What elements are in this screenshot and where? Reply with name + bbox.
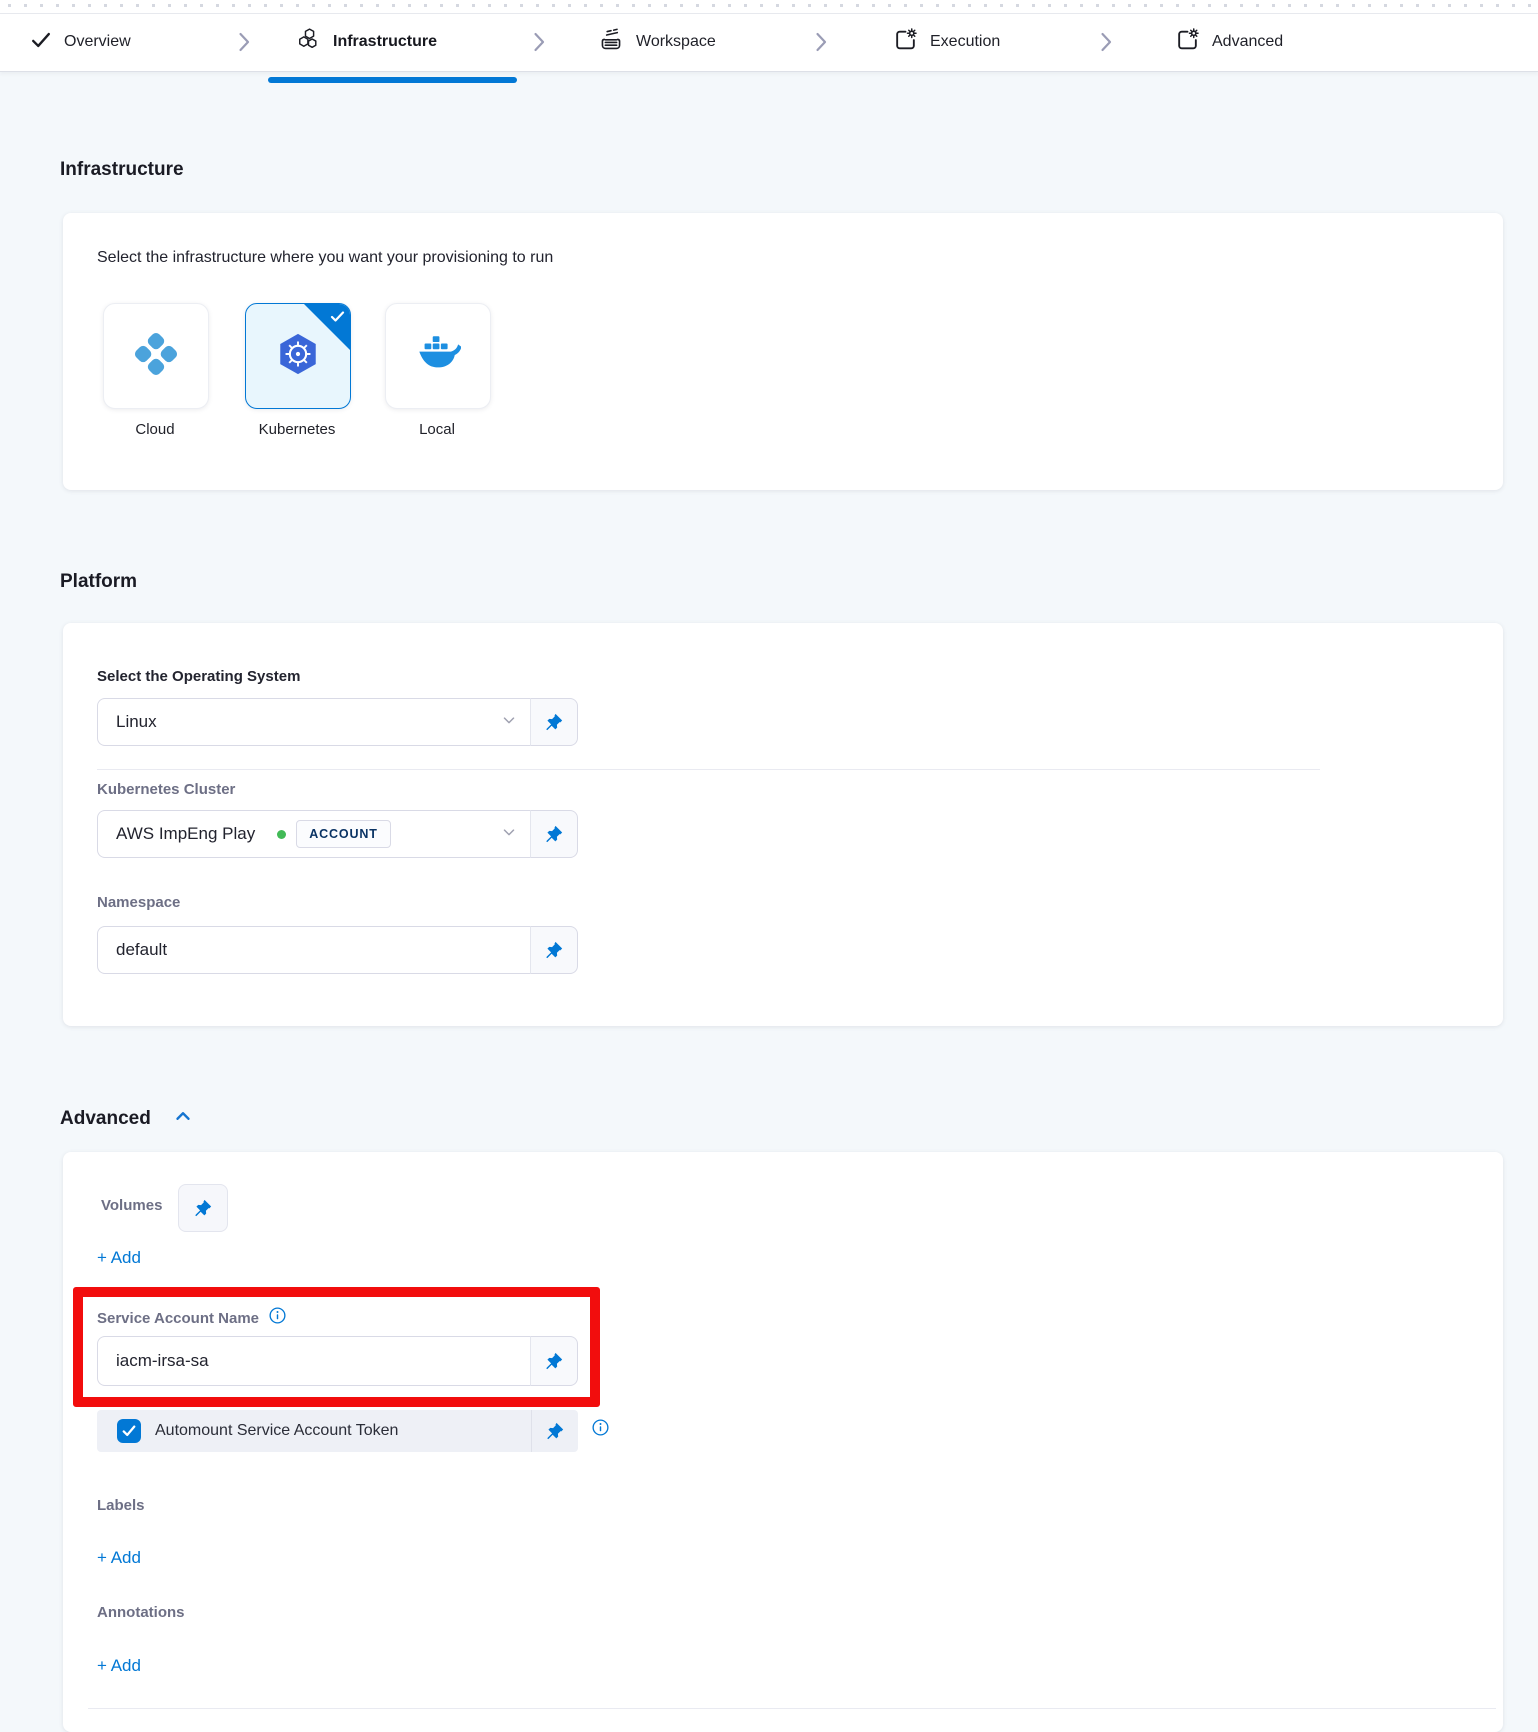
namespace-input[interactable] bbox=[116, 940, 518, 960]
namespace-field-row bbox=[97, 926, 578, 974]
infrastructure-section-heading: Infrastructure bbox=[60, 158, 184, 182]
infra-option-local-label: Local bbox=[385, 421, 489, 438]
pin-icon bbox=[193, 1198, 213, 1218]
stepper-tab-bar: Overview Infrastructure bbox=[0, 0, 1538, 72]
docker-icon bbox=[415, 331, 461, 382]
advanced-section-heading: Advanced bbox=[60, 1107, 151, 1131]
automount-row: Automount Service Account Token bbox=[97, 1410, 578, 1452]
infra-option-cloud-label: Cloud bbox=[103, 421, 207, 438]
tab-advanced-label: Advanced bbox=[1212, 33, 1283, 51]
volumes-label: Volumes bbox=[101, 1196, 162, 1215]
infra-option-kubernetes-label: Kubernetes bbox=[245, 421, 349, 438]
stack-icon bbox=[598, 27, 624, 58]
annotations-label: Annotations bbox=[97, 1603, 185, 1622]
add-label-button[interactable]: + Add bbox=[97, 1548, 141, 1568]
active-tab-underline bbox=[268, 77, 517, 83]
platform-section-heading: Platform bbox=[60, 570, 137, 594]
check-icon bbox=[122, 1425, 136, 1437]
gear-square-icon bbox=[893, 27, 918, 57]
pin-icon bbox=[544, 940, 564, 960]
cluster-select-value: AWS ImpEng Play bbox=[116, 824, 255, 844]
service-account-label-row: Service Account Name bbox=[97, 1306, 287, 1330]
namespace-pin-button[interactable] bbox=[530, 926, 578, 974]
tab-execution[interactable]: Execution bbox=[893, 13, 1000, 71]
connector-status-dot bbox=[277, 830, 286, 839]
check-icon bbox=[30, 29, 52, 56]
pin-icon bbox=[544, 1351, 564, 1371]
chevron-right-icon bbox=[813, 13, 829, 71]
infrastructure-prompt: Select the infrastructure where you want… bbox=[97, 249, 553, 267]
tab-overview-label: Overview bbox=[64, 33, 131, 51]
infrastructure-card: Select the infrastructure where you want… bbox=[63, 213, 1503, 490]
form-divider bbox=[88, 1708, 1496, 1709]
pin-icon bbox=[545, 1421, 565, 1441]
cluster-select-label: Kubernetes Cluster bbox=[97, 780, 235, 799]
platform-card: Select the Operating System Linux Kubern… bbox=[63, 623, 1503, 1026]
volumes-pin-button[interactable] bbox=[178, 1184, 228, 1232]
kubernetes-icon bbox=[275, 331, 321, 382]
automount-checkbox[interactable] bbox=[117, 1419, 141, 1443]
tab-workspace-label: Workspace bbox=[636, 33, 716, 51]
tab-overview[interactable]: Overview bbox=[30, 13, 131, 71]
labels-label: Labels bbox=[97, 1496, 145, 1515]
service-account-label: Service Account Name bbox=[97, 1309, 259, 1328]
scope-badge: ACCOUNT bbox=[296, 820, 391, 848]
chevron-right-icon bbox=[236, 13, 252, 71]
pin-icon bbox=[544, 712, 564, 732]
info-icon[interactable] bbox=[591, 1418, 610, 1442]
service-account-input[interactable] bbox=[116, 1351, 518, 1371]
infra-option-cloud[interactable] bbox=[103, 303, 209, 409]
tab-advanced[interactable]: Advanced bbox=[1175, 13, 1283, 71]
tab-execution-label: Execution bbox=[930, 33, 1000, 51]
os-select-value: Linux bbox=[116, 712, 157, 732]
service-account-field-row bbox=[97, 1336, 578, 1386]
namespace-label: Namespace bbox=[97, 893, 180, 912]
tab-workspace[interactable]: Workspace bbox=[598, 13, 716, 71]
service-account-pin-button[interactable] bbox=[530, 1336, 578, 1386]
pin-icon bbox=[544, 824, 564, 844]
chevron-right-icon bbox=[531, 13, 547, 71]
os-select[interactable]: Linux bbox=[97, 698, 578, 746]
gear-square-icon bbox=[1175, 27, 1200, 57]
window-drag-strip bbox=[0, 0, 1538, 14]
advanced-section-header: Advanced bbox=[60, 1105, 195, 1132]
automount-label: Automount Service Account Token bbox=[155, 1422, 398, 1440]
cluster-pin-button[interactable] bbox=[530, 810, 578, 858]
add-annotation-button[interactable]: + Add bbox=[97, 1656, 141, 1676]
advanced-card: Volumes + Add Service Account Name Autom… bbox=[63, 1152, 1503, 1732]
collapse-chevron-up-icon[interactable] bbox=[171, 1105, 195, 1132]
check-icon bbox=[330, 311, 345, 323]
automount-pin-button[interactable] bbox=[531, 1410, 578, 1452]
chevron-right-icon bbox=[1098, 13, 1114, 71]
add-volume-button[interactable]: + Add bbox=[97, 1248, 141, 1268]
hexagons-icon bbox=[296, 27, 321, 57]
os-pin-button[interactable] bbox=[530, 698, 578, 746]
form-divider bbox=[97, 769, 1320, 770]
os-select-label: Select the Operating System bbox=[97, 667, 300, 686]
infra-option-local[interactable] bbox=[385, 303, 491, 409]
tab-infrastructure-label: Infrastructure bbox=[333, 33, 437, 51]
tab-infrastructure[interactable]: Infrastructure bbox=[296, 13, 437, 71]
info-icon[interactable] bbox=[268, 1306, 287, 1330]
chevron-down-icon bbox=[500, 823, 518, 846]
infra-option-kubernetes[interactable] bbox=[245, 303, 351, 409]
cloud-provider-icon bbox=[133, 331, 179, 382]
chevron-down-icon bbox=[500, 711, 518, 734]
cluster-select[interactable]: AWS ImpEng Play ACCOUNT bbox=[97, 810, 578, 858]
